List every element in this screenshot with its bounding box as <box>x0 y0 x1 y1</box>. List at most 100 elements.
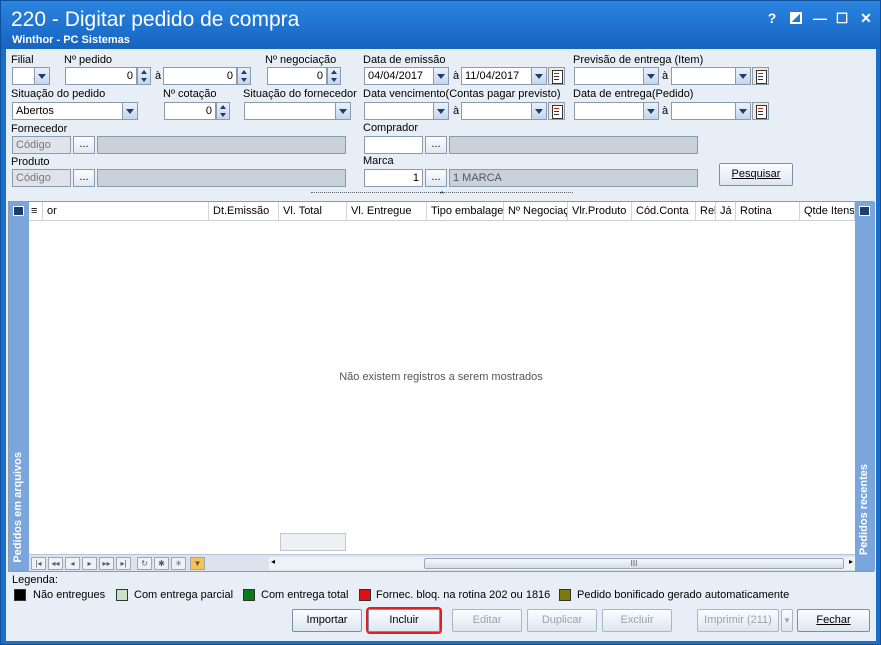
pesquisar-button[interactable]: Pesquisar <box>719 163 793 186</box>
close-button[interactable]: ✕ <box>857 9 875 27</box>
left-panel-title[interactable]: Pedidos em arquivos <box>12 452 24 563</box>
collapse-filters-handle[interactable]: ⌃ <box>311 191 573 200</box>
negociacao-spinner[interactable] <box>327 67 341 85</box>
column-header[interactable]: Nº Negociaç <box>504 202 568 220</box>
last-page-icon[interactable]: ▸| <box>116 557 131 570</box>
vencimento-to-input[interactable] <box>461 102 547 120</box>
scroll-left-icon[interactable]: ◂ <box>271 557 275 566</box>
incluir-button[interactable]: Incluir <box>366 607 442 634</box>
marca-code-input[interactable]: 1 <box>364 169 423 187</box>
range-separator: à <box>662 70 669 82</box>
calendar-icon[interactable] <box>752 102 769 120</box>
excluir-button[interactable]: Excluir <box>602 609 672 632</box>
chevron-down-icon[interactable] <box>335 103 350 119</box>
maximize-button[interactable]: ☐ <box>833 9 851 27</box>
comprador-search-button[interactable]: ... <box>425 136 447 154</box>
emissao-from-input[interactable]: 04/04/2017 <box>364 67 449 85</box>
column-header[interactable]: Vlr.Produto <box>568 202 632 220</box>
range-separator: à <box>453 70 460 82</box>
column-chooser-icon[interactable]: ≡ <box>29 202 43 220</box>
filial-select[interactable]: 1 <box>12 67 50 85</box>
first-page-icon[interactable]: |◂ <box>31 557 46 570</box>
calendar-icon[interactable] <box>548 102 565 120</box>
calendar-icon[interactable] <box>752 67 769 85</box>
insert-icon[interactable]: ✱ <box>154 557 169 570</box>
cotacao-input[interactable]: 0 <box>164 102 216 120</box>
cotacao-spinner[interactable] <box>216 102 230 120</box>
pedido-from-spinner[interactable] <box>137 67 151 85</box>
next-page-icon[interactable]: ▸▸ <box>99 557 114 570</box>
negociacao-input[interactable]: 0 <box>267 67 327 85</box>
pedido-from-input[interactable]: 0 <box>65 67 137 85</box>
pin-icon[interactable] <box>13 206 24 216</box>
sit-fornecedor-select[interactable] <box>244 102 351 120</box>
column-header[interactable]: Tipo embalager <box>427 202 504 220</box>
scroll-right-icon[interactable]: ▸ <box>849 557 853 566</box>
chevron-down-icon[interactable] <box>735 68 750 84</box>
column-header[interactable]: Já <box>716 202 736 220</box>
prev-page-icon[interactable]: ◂◂ <box>48 557 63 570</box>
marca-name-field: 1 MARCA <box>449 169 698 187</box>
imprimir-button[interactable]: Imprimir (211) <box>697 609 779 632</box>
editar-button[interactable]: Editar <box>452 609 522 632</box>
help-button[interactable]: ? <box>763 9 781 27</box>
column-header[interactable]: Rotina <box>736 202 800 220</box>
fornecedor-search-button[interactable]: ... <box>73 136 95 154</box>
column-header[interactable]: Dt.Emissão <box>209 202 279 220</box>
right-side-panel[interactable]: Pedidos recentes <box>855 202 875 571</box>
previsao-from-input[interactable] <box>574 67 659 85</box>
calendar-icon[interactable] <box>548 67 565 85</box>
next-record-icon[interactable]: ▸ <box>82 557 97 570</box>
fornecedor-code-input[interactable]: Código <box>12 136 71 154</box>
imprimir-dropdown-icon[interactable]: ▼ <box>781 609 793 632</box>
minimize-button[interactable]: — <box>811 9 829 27</box>
entrega-to-input[interactable] <box>671 102 751 120</box>
chevron-down-icon[interactable] <box>531 68 546 84</box>
pin-icon[interactable] <box>859 206 870 216</box>
legend-label: Com entrega total <box>261 589 349 601</box>
column-header[interactable]: Cód.Conta <box>632 202 696 220</box>
column-header[interactable]: or <box>43 202 209 220</box>
situacao-select[interactable]: Abertos <box>12 102 138 120</box>
produto-code-input[interactable]: Código <box>12 169 71 187</box>
chevron-down-icon[interactable] <box>643 68 658 84</box>
emissao-to-input[interactable]: 11/04/2017 <box>461 67 547 85</box>
vencimento-from-input[interactable] <box>364 102 449 120</box>
client-area: Filial 1 Nº pedido 0 à 0 Nº negociação 0… <box>6 49 876 641</box>
chevron-down-icon[interactable] <box>34 68 49 84</box>
left-side-panel[interactable]: Pedidos em arquivos <box>9 202 29 571</box>
pedido-to-input[interactable]: 0 <box>163 67 237 85</box>
scroll-thumb[interactable]: III <box>424 558 844 569</box>
chevron-down-icon[interactable] <box>643 103 658 119</box>
chevron-down-icon[interactable] <box>122 103 137 119</box>
edit-layout-icon[interactable] <box>787 9 805 27</box>
previsao-to-input[interactable] <box>671 67 751 85</box>
comprador-code-input[interactable] <box>364 136 423 154</box>
marca-search-button[interactable]: ... <box>425 169 447 187</box>
column-header[interactable]: Vl. Total <box>279 202 347 220</box>
filter-icon[interactable]: ▼ <box>190 557 205 570</box>
legend-label: Não entregues <box>33 589 106 601</box>
column-header[interactable]: Vl. Entregue <box>347 202 427 220</box>
produto-search-button[interactable]: ... <box>73 169 95 187</box>
header-divider <box>29 220 855 221</box>
select-all-icon[interactable]: ✳ <box>171 557 186 570</box>
pedido-to-spinner[interactable] <box>237 67 251 85</box>
chevron-down-icon[interactable] <box>433 68 448 84</box>
column-header[interactable]: Rel <box>696 202 716 220</box>
refresh-icon[interactable]: ↻ <box>137 557 152 570</box>
importar-button[interactable]: Importar <box>292 609 362 632</box>
column-header[interactable]: Qtde Itens <box>800 202 855 220</box>
emissao-label: Data de emissão <box>363 54 446 66</box>
right-panel-title[interactable]: Pedidos recentes <box>858 464 870 555</box>
chevron-down-icon[interactable] <box>735 103 750 119</box>
prev-record-icon[interactable]: ◂ <box>65 557 80 570</box>
chevron-down-icon[interactable] <box>433 103 448 119</box>
entrega-from-input[interactable] <box>574 102 659 120</box>
chevron-down-icon[interactable] <box>531 103 546 119</box>
window-subtitle: Winthor - PC Sistemas <box>12 34 130 46</box>
horizontal-scrollbar[interactable]: ◂ III ▸ <box>269 557 855 570</box>
duplicar-button[interactable]: Duplicar <box>527 609 597 632</box>
window-title: 220 - Digitar pedido de compra <box>11 8 300 31</box>
fechar-button[interactable]: Fechar <box>797 609 870 632</box>
